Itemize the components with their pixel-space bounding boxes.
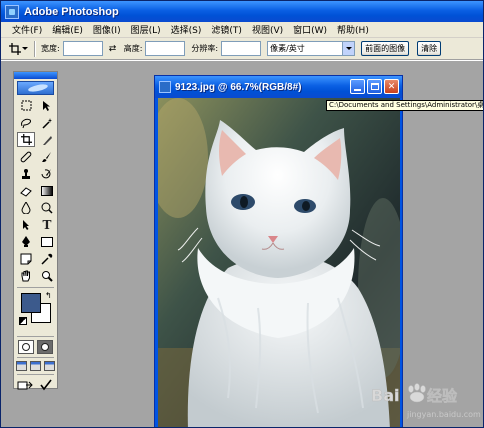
separator bbox=[17, 374, 54, 375]
minimize-button[interactable] bbox=[350, 79, 365, 94]
full-screen-menu-icon[interactable] bbox=[30, 361, 41, 371]
width-label: 宽度: bbox=[41, 44, 60, 53]
maximize-icon bbox=[370, 83, 379, 90]
checkmark-icon[interactable] bbox=[37, 378, 55, 392]
separator bbox=[17, 357, 54, 358]
close-icon: ✕ bbox=[387, 81, 396, 92]
history-brush-icon[interactable] bbox=[38, 166, 56, 181]
menu-view[interactable]: 视图(V) bbox=[247, 23, 288, 36]
photoshop-feather-icon[interactable] bbox=[17, 81, 54, 95]
jump-row bbox=[14, 378, 57, 392]
menu-edit[interactable]: 编辑(E) bbox=[47, 23, 88, 36]
watermark-url: jingyan.baidu.com bbox=[407, 410, 481, 419]
crop-tool-icon bbox=[8, 42, 21, 55]
color-swatches: ↰ bbox=[17, 291, 54, 333]
menu-select[interactable]: 选择(S) bbox=[166, 23, 207, 36]
hand-icon[interactable] bbox=[17, 268, 35, 283]
slice-icon[interactable] bbox=[38, 132, 56, 147]
quick-mask-mode-icon[interactable] bbox=[37, 340, 53, 354]
resolution-label: 分辨率: bbox=[191, 44, 219, 53]
menu-bar: 文件(F) 编辑(E) 图像(I) 图层(L) 选择(S) 滤镜(T) 视图(V… bbox=[1, 22, 483, 38]
rectangle-shape-icon[interactable] bbox=[38, 234, 56, 249]
clone-stamp-icon[interactable] bbox=[17, 166, 35, 181]
chevron-down-icon bbox=[21, 47, 28, 50]
tool-grid: T bbox=[14, 97, 57, 285]
document-icon bbox=[159, 81, 171, 93]
swap-arrows-icon[interactable]: ⇄ bbox=[109, 44, 121, 54]
white-cat-photo bbox=[158, 98, 400, 427]
photoshop-app-icon bbox=[5, 4, 19, 19]
toolbox: T ↰ bbox=[13, 71, 58, 392]
document-window: 9123.jpg @ 66.7%(RGB/8#) ✕ bbox=[154, 75, 403, 427]
baidu-jingyan-logo: Bai 经验 bbox=[371, 383, 458, 405]
eyedropper-icon[interactable] bbox=[38, 251, 56, 266]
lasso-icon[interactable] bbox=[17, 115, 35, 130]
full-screen-icon[interactable] bbox=[44, 361, 55, 371]
resolution-input[interactable] bbox=[221, 41, 262, 56]
file-path-tooltip: C:\Documents and Settings\Administrator\… bbox=[326, 100, 483, 111]
menu-image[interactable]: 图像(I) bbox=[88, 23, 126, 36]
close-button[interactable]: ✕ bbox=[384, 79, 399, 94]
standard-mode-icon[interactable] bbox=[18, 340, 34, 354]
app-title: Adobe Photoshop bbox=[24, 5, 119, 18]
move-icon[interactable] bbox=[38, 98, 56, 113]
resolution-unit-value: 像素/英寸 bbox=[270, 44, 305, 53]
minimize-icon bbox=[354, 88, 361, 91]
document-title: 9123.jpg @ 66.7%(RGB/8#) bbox=[175, 81, 302, 93]
screen-mode-row bbox=[14, 361, 57, 371]
standard-screen-icon[interactable] bbox=[16, 361, 27, 371]
dropdown-arrow-icon bbox=[342, 42, 355, 55]
path-selection-icon[interactable] bbox=[17, 217, 35, 232]
separator bbox=[17, 336, 54, 337]
notes-icon[interactable] bbox=[17, 251, 35, 266]
toolbox-title-bar[interactable] bbox=[14, 72, 57, 79]
menu-file[interactable]: 文件(F) bbox=[7, 23, 47, 36]
tool-preset-picker[interactable] bbox=[7, 40, 29, 58]
type-icon[interactable]: T bbox=[38, 217, 56, 232]
app-title-bar[interactable]: Adobe Photoshop bbox=[1, 1, 483, 22]
width-input[interactable] bbox=[62, 41, 103, 56]
tool-options-bar: 宽度: ⇄ 高度: 分辨率: 像素/英寸 前面的图像 清除 bbox=[1, 38, 483, 60]
window-controls: ✕ bbox=[350, 79, 399, 94]
photoshop-window: Adobe Photoshop 文件(F) 编辑(E) 图像(I) 图层(L) … bbox=[0, 0, 484, 428]
default-colors-icon[interactable] bbox=[19, 317, 27, 325]
gradient-icon[interactable] bbox=[38, 183, 56, 198]
height-label: 高度: bbox=[123, 44, 143, 53]
zoom-icon[interactable] bbox=[38, 268, 56, 283]
rectangular-marquee-icon[interactable] bbox=[17, 98, 35, 113]
separator bbox=[34, 40, 36, 57]
image-canvas[interactable] bbox=[158, 98, 400, 427]
svg-text:经验: 经验 bbox=[427, 387, 458, 405]
jump-to-imageready-icon[interactable] bbox=[16, 378, 34, 392]
magic-wand-icon[interactable] bbox=[38, 115, 56, 130]
resolution-unit-select[interactable]: 像素/英寸 bbox=[267, 41, 356, 56]
swap-colors-icon[interactable]: ↰ bbox=[45, 291, 52, 300]
menu-help[interactable]: 帮助(H) bbox=[332, 23, 374, 36]
document-title-bar[interactable]: 9123.jpg @ 66.7%(RGB/8#) ✕ bbox=[155, 76, 402, 98]
separator bbox=[17, 287, 54, 288]
pen-icon[interactable] bbox=[17, 234, 35, 249]
dodge-icon[interactable] bbox=[38, 200, 56, 215]
maximize-button[interactable] bbox=[367, 79, 382, 94]
menu-filter[interactable]: 滤镜(T) bbox=[206, 23, 247, 36]
clear-button[interactable]: 清除 bbox=[417, 41, 442, 56]
height-input[interactable] bbox=[145, 41, 186, 56]
edit-mode-row bbox=[14, 340, 57, 354]
menu-layer[interactable]: 图层(L) bbox=[126, 23, 166, 36]
baidu-watermark: Bai 经验 jingyan.baidu.com bbox=[371, 379, 481, 425]
eraser-icon[interactable] bbox=[17, 183, 35, 198]
brush-icon[interactable] bbox=[38, 149, 56, 164]
svg-text:Bai: Bai bbox=[371, 386, 399, 405]
front-image-button[interactable]: 前面的图像 bbox=[361, 41, 410, 56]
crop-icon[interactable] bbox=[17, 132, 35, 147]
menu-window[interactable]: 窗口(W) bbox=[288, 23, 332, 36]
blur-icon[interactable] bbox=[17, 200, 35, 215]
foreground-color-swatch[interactable] bbox=[21, 293, 41, 313]
healing-brush-icon[interactable] bbox=[17, 149, 35, 164]
